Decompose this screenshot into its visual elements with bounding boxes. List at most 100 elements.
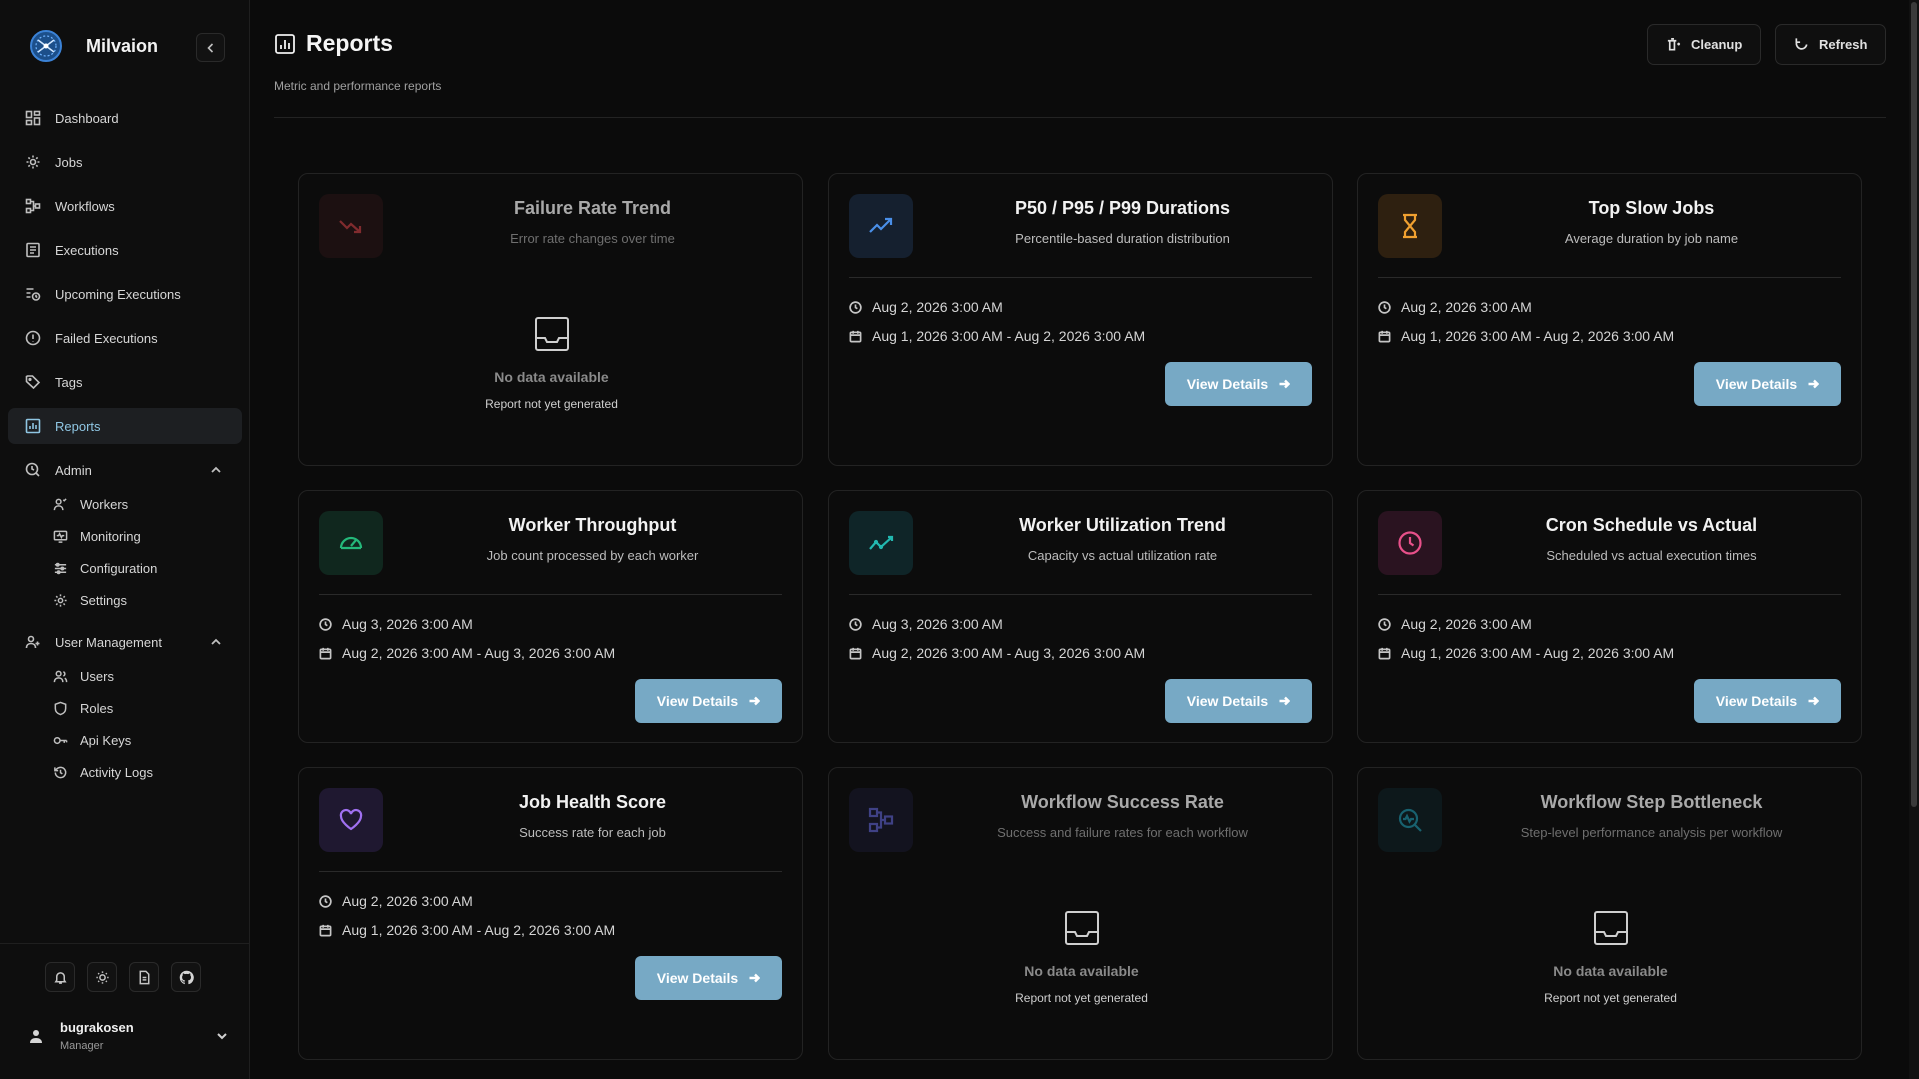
key-icon [53, 736, 68, 744]
gear-icon [26, 155, 40, 169]
view-details-button[interactable]: View Details [1165, 679, 1312, 723]
sidebar-item-upcoming-executions[interactable]: Upcoming Executions [8, 276, 242, 312]
sidebar-item-label: Upcoming Executions [55, 286, 181, 302]
sidebar-item-label: Reports [55, 418, 101, 434]
sidebar-item-label: Users [80, 668, 114, 684]
chevron-up-icon [211, 638, 221, 645]
users-icon [53, 670, 68, 682]
empty-title: No data available [494, 369, 609, 385]
empty-state: No data available Report not yet generat… [299, 314, 804, 411]
chevron-up-icon [211, 466, 221, 473]
card-description: Average duration by job name [1564, 231, 1739, 246]
scrollbar-thumb[interactable] [1911, 2, 1917, 807]
sidebar-item-workers[interactable]: Workers [8, 488, 242, 520]
clock-icon [1398, 531, 1422, 555]
refresh-button[interactable]: Refresh [1775, 24, 1887, 65]
chevron-left-icon [206, 42, 213, 53]
document-icon [139, 970, 149, 984]
view-details-button[interactable]: View Details [635, 679, 782, 723]
date-range: Aug 1, 2026 3:00 AM - Aug 2, 2026 3:00 A… [1378, 645, 1674, 661]
docs-button[interactable] [129, 962, 159, 992]
sidebar-item-configuration[interactable]: Configuration [8, 552, 242, 584]
card-icon-box [1378, 511, 1442, 575]
page-subtitle: Metric and performance reports [274, 79, 442, 93]
bell-icon [53, 971, 67, 984]
generated-date-text: Aug 2, 2026 3:00 AM [1401, 299, 1532, 315]
sidebar-item-api-keys[interactable]: Api Keys [8, 724, 242, 756]
brand[interactable]: Milvaion [28, 28, 158, 64]
sidebar-item-failed-executions[interactable]: Failed Executions [8, 320, 242, 356]
sidebar-item-activity-logs[interactable]: Activity Logs [8, 756, 242, 788]
sidebar-item-settings[interactable]: Settings [8, 584, 242, 616]
user-role: Manager [60, 1040, 104, 1052]
footer-actions [45, 962, 213, 992]
empty-title: No data available [1553, 963, 1668, 979]
date-range-text: Aug 2, 2026 3:00 AM - Aug 3, 2026 3:00 A… [872, 645, 1146, 661]
empty-state: No data available Report not yet generat… [1358, 908, 1863, 1005]
date-range-text: Aug 1, 2026 3:00 AM - Aug 2, 2026 3:00 A… [872, 328, 1146, 344]
sidebar-item-roles[interactable]: Roles [8, 692, 242, 724]
empty-title: No data available [1024, 963, 1139, 979]
card-description: Success and failure rates for each workf… [997, 825, 1248, 840]
trending-up-icon [869, 217, 893, 233]
card-title: Worker Utilization Trend [1019, 515, 1226, 535]
arrow-right-icon [749, 696, 761, 706]
generated-date: Aug 3, 2026 3:00 AM [319, 616, 473, 632]
card-description: Capacity vs actual utilization rate [1027, 548, 1218, 563]
cleanup-button[interactable]: Cleanup [1647, 24, 1762, 65]
view-details-button[interactable]: View Details [1694, 362, 1841, 406]
arrow-right-icon [749, 973, 761, 983]
sun-icon [95, 970, 109, 984]
generated-date-text: Aug 3, 2026 3:00 AM [342, 616, 473, 632]
sidebar-group-user-management[interactable]: User Management [8, 624, 242, 660]
monitor-icon [53, 530, 68, 543]
sidebar-group-label: Admin [55, 462, 92, 478]
user-name: bugrakosen [60, 1020, 134, 1035]
user-menu[interactable]: bugrakosen Manager [28, 1018, 228, 1058]
inbox-icon [534, 317, 569, 351]
clock-icon [319, 617, 332, 631]
notifications-button[interactable] [45, 962, 75, 992]
card-divider [849, 594, 1312, 595]
view-details-button[interactable]: View Details [635, 956, 782, 1000]
calendar-icon [319, 924, 332, 936]
sidebar-item-dashboard[interactable]: Dashboard [8, 100, 242, 136]
card-title: P50 / P95 / P99 Durations [1014, 198, 1231, 218]
card-divider [1378, 594, 1841, 595]
view-details-button[interactable]: View Details [1165, 362, 1312, 406]
report-card-top-slow-jobs: Top Slow Jobs Average duration by job na… [1357, 173, 1862, 466]
card-icon-box [1378, 194, 1442, 258]
theme-toggle-button[interactable] [87, 962, 117, 992]
report-card-worker-utilization-trend: Worker Utilization Trend Capacity vs act… [828, 490, 1333, 743]
user-management-icon [25, 635, 40, 649]
chevron-down-icon [217, 1033, 227, 1040]
sidebar-item-executions[interactable]: Executions [8, 232, 242, 268]
sidebar-item-users[interactable]: Users [8, 660, 242, 692]
github-button[interactable] [171, 962, 201, 992]
report-card-p50-p95-p99-durations: P50 / P95 / P99 Durations Percentile-bas… [828, 173, 1333, 466]
settings-icon [54, 593, 67, 607]
sidebar-item-label: Monitoring [80, 528, 141, 544]
sidebar: Milvaion Dashboard Jobs Workflows Execut… [0, 0, 250, 1079]
card-icon-box [849, 511, 913, 575]
tag-icon [25, 375, 41, 390]
collapse-sidebar-button[interactable] [196, 33, 225, 62]
sidebar-item-workflows[interactable]: Workflows [8, 188, 242, 224]
view-details-button[interactable]: View Details [1694, 679, 1841, 723]
chart-icon [25, 418, 41, 434]
sidebar-group-admin[interactable]: Admin [8, 452, 242, 488]
sidebar-item-label: Tags [55, 374, 83, 390]
trending-down-icon [339, 220, 362, 234]
sidebar-item-reports[interactable]: Reports [8, 408, 242, 444]
sidebar-item-label: Dashboard [55, 110, 119, 126]
report-card-workflow-success-rate: Workflow Success Rate Success and failur… [828, 767, 1333, 1060]
sidebar-item-tags[interactable]: Tags [8, 364, 242, 400]
empty-subtitle: Report not yet generated [485, 397, 618, 411]
sidebar-item-jobs[interactable]: Jobs [8, 144, 242, 180]
page-scrollbar[interactable] [1909, 0, 1919, 1079]
date-range: Aug 2, 2026 3:00 AM - Aug 3, 2026 3:00 A… [849, 645, 1145, 661]
reports-icon [275, 33, 295, 54]
sidebar-item-monitoring[interactable]: Monitoring [8, 520, 242, 552]
clock-list-icon [26, 288, 41, 301]
card-title: Top Slow Jobs [1588, 198, 1715, 218]
